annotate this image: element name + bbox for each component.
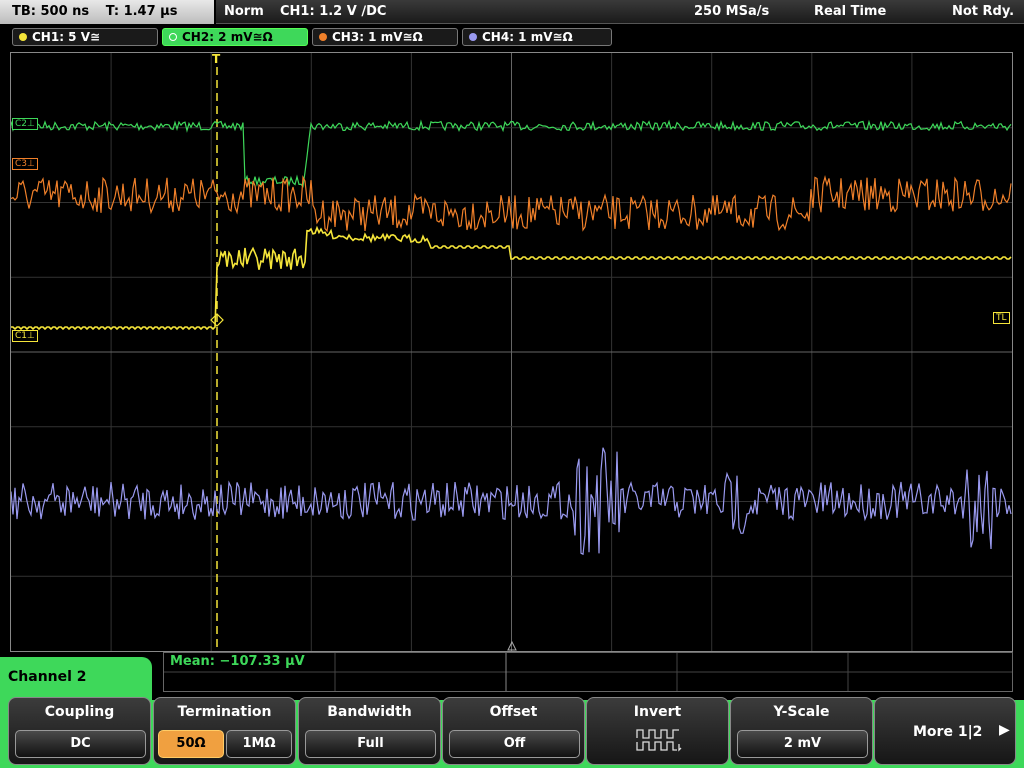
tab-ch2-label: CH2: 2 mV≅Ω xyxy=(182,30,273,44)
tab-ch1[interactable]: CH1: 5 V≅ xyxy=(12,28,158,46)
ch1-color-dot xyxy=(19,33,27,41)
tab-ch4[interactable]: CH4: 1 mV≅Ω xyxy=(462,28,612,46)
coupling-value[interactable]: DC xyxy=(15,730,146,758)
tab-ch3[interactable]: CH3: 1 mV≅Ω xyxy=(312,28,458,46)
invert-title: Invert xyxy=(633,704,682,720)
yscale-value[interactable]: 2 mV xyxy=(737,730,868,758)
termination-title: Termination xyxy=(177,704,272,720)
offset-value[interactable]: Off xyxy=(449,730,580,758)
offset-title: Offset xyxy=(489,704,538,720)
trigger-time-value: T: 1.47 µs xyxy=(105,4,178,19)
arrow-right-icon: ▶ xyxy=(999,722,1010,738)
bandwidth-softkey[interactable]: Bandwidth Full xyxy=(298,697,441,765)
termination-1m-ohm[interactable]: 1MΩ xyxy=(226,730,292,758)
bandwidth-title: Bandwidth xyxy=(327,704,412,720)
ready-status: Not Rdy. xyxy=(952,4,1015,19)
acquisition-mode[interactable]: Real Time xyxy=(814,1,886,23)
ch2-color-dot xyxy=(169,33,177,41)
yscale-softkey[interactable]: Y-Scale 2 mV xyxy=(730,697,873,765)
invert-softkey[interactable]: Invert xyxy=(586,697,729,765)
mean-measurement: Mean: −107.33 µV xyxy=(170,654,305,669)
more-softkey[interactable]: More 1|2 ▶ xyxy=(874,697,1016,765)
yscale-title: Y-Scale xyxy=(773,704,830,720)
ch3-ground-marker[interactable]: C3⊥ xyxy=(12,158,38,170)
termination-50-ohm[interactable]: 50Ω xyxy=(158,730,224,758)
timebase-panel[interactable]: TB: 500 ns T: 1.47 µs xyxy=(0,0,214,24)
ch1-ground-marker[interactable]: C1⊥ xyxy=(12,330,38,342)
ch2-ground-marker[interactable]: C2⊥ xyxy=(12,118,38,130)
ch3-color-dot xyxy=(319,33,327,41)
waveform-display[interactable] xyxy=(10,52,1013,652)
tab-ch2[interactable]: CH2: 2 mV≅Ω xyxy=(162,28,308,46)
status-bar: Norm CH1: 1.2 V ∕DC 250 MSa/s Real Time … xyxy=(216,0,1024,24)
trigger-position-marker[interactable]: T xyxy=(212,52,220,66)
timebase-value: TB: 500 ns xyxy=(12,4,90,19)
ch4-color-dot xyxy=(469,33,477,41)
coupling-title: Coupling xyxy=(44,704,115,720)
offset-softkey[interactable]: Offset Off xyxy=(442,697,585,765)
waveform-svg xyxy=(11,53,1012,651)
sample-rate: 250 MSa/s xyxy=(694,4,770,19)
trigger-source[interactable]: CH1: 1.2 V ∕DC xyxy=(280,1,386,23)
tab-ch1-label: CH1: 5 V≅ xyxy=(32,30,101,44)
tab-ch3-label: CH3: 1 mV≅Ω xyxy=(332,30,423,44)
invert-waveform-icon xyxy=(636,729,682,752)
bandwidth-value[interactable]: Full xyxy=(305,730,436,758)
trigger-level-marker[interactable]: TL xyxy=(993,312,1010,324)
tab-ch4-label: CH4: 1 mV≅Ω xyxy=(482,30,573,44)
termination-softkey[interactable]: Termination 50Ω 1MΩ xyxy=(153,697,296,765)
more-label: More 1|2 xyxy=(913,724,983,740)
trigger-mode[interactable]: Norm xyxy=(224,1,264,23)
coupling-softkey[interactable]: Coupling DC xyxy=(8,697,151,765)
